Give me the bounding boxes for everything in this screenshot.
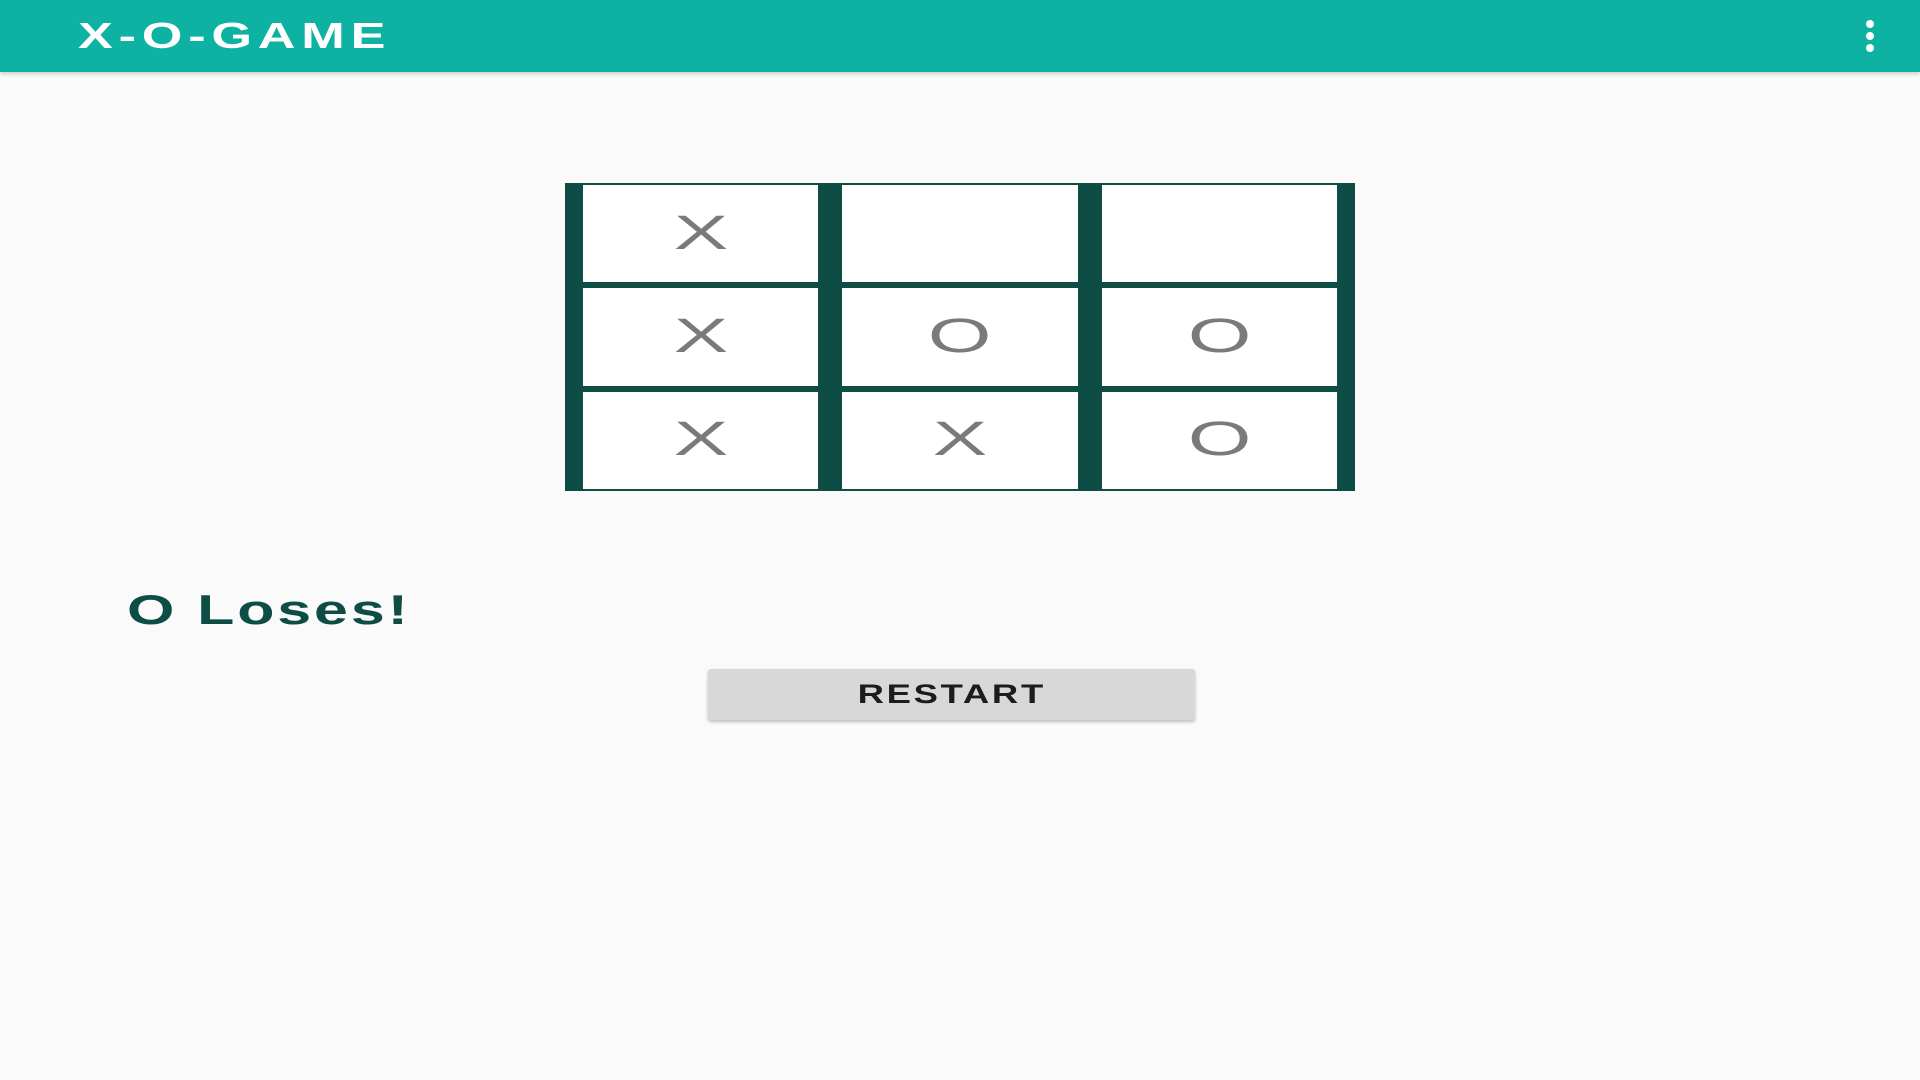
more-vertical-icon [1866, 20, 1874, 52]
cell-mark: O [928, 309, 992, 363]
board-cell-1-0[interactable]: X [583, 288, 819, 386]
cell-mark: X [932, 413, 988, 467]
board-cell-0-2[interactable] [1101, 185, 1337, 283]
board-cell-0-0[interactable]: X [583, 185, 819, 283]
app-bar: X-O-GAME [0, 0, 1920, 72]
app-title: X-O-GAME [78, 15, 392, 56]
board-cell-2-2[interactable]: O [1101, 391, 1337, 489]
board-cell-0-1[interactable] [842, 185, 1078, 283]
board-cell-2-1[interactable]: X [842, 391, 1078, 489]
overflow-menu-button[interactable] [1834, 0, 1906, 72]
restart-button-label: RESTART [857, 679, 1046, 709]
restart-button[interactable]: RESTART [708, 669, 1195, 720]
cell-mark: O [1187, 309, 1252, 363]
cell-mark: X [673, 206, 728, 260]
game-status-text: O Loses! [127, 586, 411, 633]
game-board: X X O O X X O [565, 183, 1355, 491]
cell-mark: X [673, 413, 728, 467]
board-cell-1-1[interactable]: O [842, 288, 1078, 386]
cell-mark: O [1187, 413, 1252, 467]
app-screen: X-O-GAME X X O O X X O O Loses! RESTART [0, 0, 1920, 1080]
board-cell-1-2[interactable]: O [1101, 288, 1337, 386]
board-cell-2-0[interactable]: X [583, 391, 819, 489]
cell-mark: X [673, 309, 728, 363]
